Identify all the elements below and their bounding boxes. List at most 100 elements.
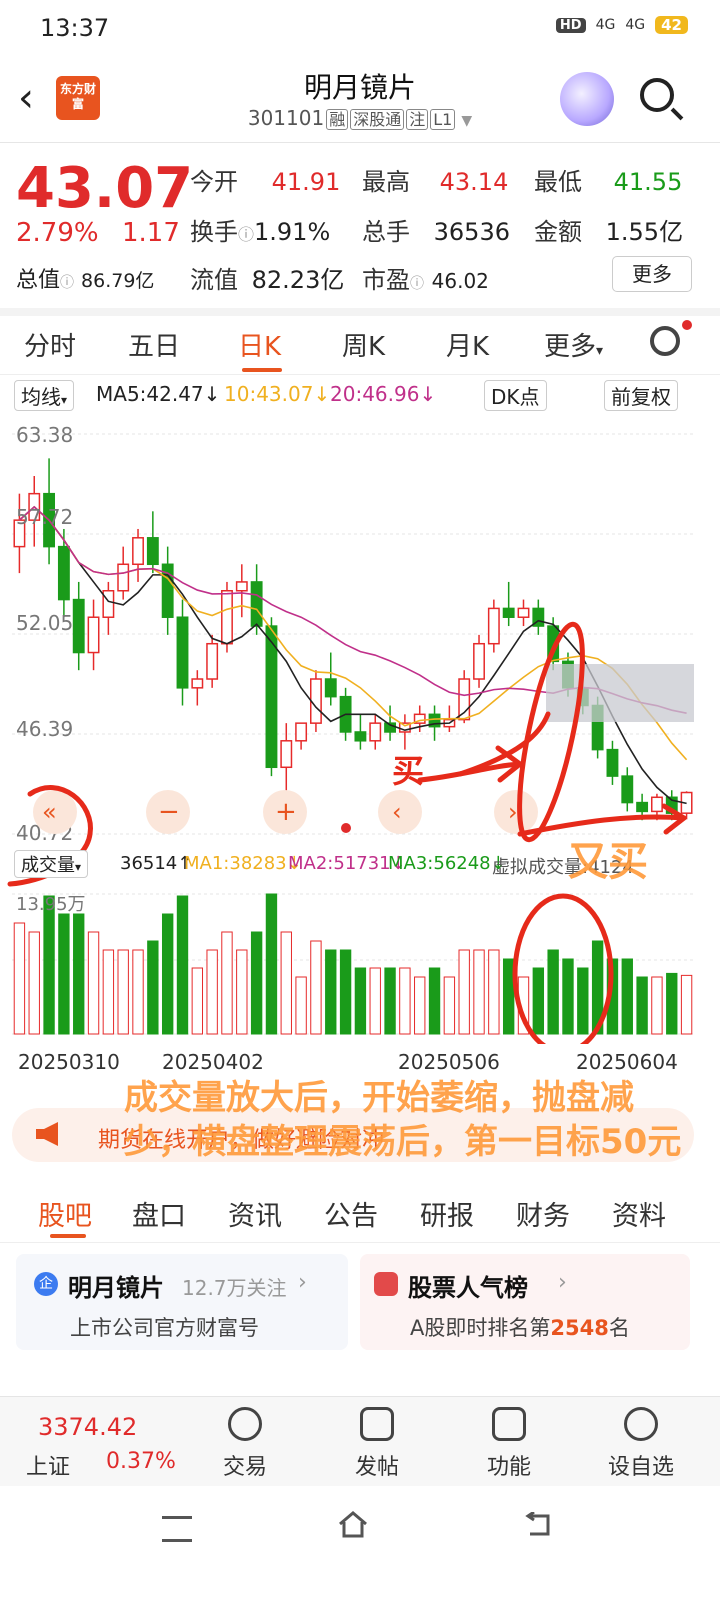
dk-point-button[interactable]: DK点 — [484, 380, 547, 411]
volume-bar — [532, 967, 545, 1035]
pe-info-icon[interactable]: ⓘ — [410, 276, 424, 292]
more-button[interactable]: 更多 — [612, 256, 692, 292]
pe-value: 46.02 — [431, 269, 489, 293]
tab-research[interactable]: 研报 — [420, 1194, 474, 1233]
info-icon[interactable]: ⓘ — [238, 225, 254, 244]
rank-suffix: 名 — [608, 1316, 630, 1340]
volume-select[interactable]: 成交量▾ — [14, 850, 89, 878]
grid-icon — [492, 1407, 526, 1441]
candle — [221, 590, 233, 645]
home-icon[interactable] — [338, 1510, 368, 1538]
active-tab-indicator — [242, 368, 282, 372]
annotation-buy-text: 买 — [392, 752, 424, 790]
volume-bar — [428, 967, 441, 1035]
minus-icon: − — [158, 797, 180, 827]
nav-post[interactable]: 发帖 — [332, 1407, 422, 1481]
tab-announcements[interactable]: 公告 — [324, 1194, 378, 1233]
menu-icon[interactable] — [162, 1516, 192, 1542]
volume-bar — [384, 967, 396, 1035]
vol-ma3: MA3:56248↓ — [388, 853, 506, 874]
volume-bar — [221, 931, 233, 1035]
candle — [191, 678, 204, 689]
volume-bar — [547, 949, 559, 1035]
tab-monthly-k[interactable]: 月K — [446, 326, 489, 363]
search-icon[interactable] — [640, 78, 674, 112]
rank-value: 2548 — [550, 1316, 609, 1340]
volume-dropdown-icon: ▾ — [75, 860, 82, 874]
high-label: 最高 — [362, 168, 410, 196]
candle — [206, 642, 219, 680]
ma5-value: MA5:42.47 — [96, 382, 204, 406]
candle — [324, 678, 337, 698]
volume-bar — [636, 976, 648, 1035]
nav-watchlist-label: 设自选 — [607, 1455, 674, 1480]
volume-bar — [502, 958, 515, 1035]
tab-more[interactable]: 更多▾ — [544, 326, 603, 363]
vol-ma2-value: MA2:51731 — [288, 853, 391, 874]
company-card[interactable]: 企 明月镜片 12.7万关注 › 上市公司官方财富号 — [16, 1254, 348, 1350]
mcap-info-icon[interactable]: ⓘ — [60, 275, 74, 291]
indicator-select[interactable]: 均线▾ — [14, 380, 75, 411]
volume-bar — [206, 949, 218, 1035]
candle — [250, 581, 263, 627]
volume-bar — [458, 949, 470, 1035]
tab-daily-k[interactable]: 日K — [238, 326, 281, 363]
gear-icon[interactable] — [650, 326, 680, 356]
stock-header: ‹ 东方财富 明月镜片 301101 融深股通注 L1 ▼ — [0, 56, 720, 143]
battery-icon: 42 — [655, 16, 688, 34]
ma-bar: 均线▾ MA5:42.47↓ 10:43.07↓ 20:46.96↓ DK点 前… — [0, 378, 720, 414]
indicator-dropdown-icon: ▾ — [61, 393, 68, 407]
nav-trade[interactable]: 交易 — [200, 1407, 290, 1481]
ma5-line — [18, 505, 687, 805]
chevron-right-icon: › — [508, 798, 518, 826]
vol-ma1-value: MA1:38283 — [184, 853, 287, 874]
divider — [0, 308, 720, 316]
rank-icon — [374, 1272, 398, 1296]
section-tab-indicator — [50, 1234, 86, 1238]
more-dots-icon — [624, 1407, 658, 1441]
open-row: 今开 41.91 — [190, 162, 340, 197]
tab-finance[interactable]: 财务 — [516, 1194, 570, 1233]
index-value[interactable]: 3374.42 — [38, 1413, 137, 1441]
popularity-card[interactable]: 股票人气榜 › A股即时排名第2548名 — [360, 1254, 690, 1350]
tab-pankou[interactable]: 盘口 — [132, 1194, 186, 1233]
company-card-sub: 上市公司官方财富号 — [70, 1316, 259, 1340]
tag-sgt: 深股通 — [350, 109, 405, 130]
candle — [650, 796, 663, 813]
chart-controls: « − + ‹ › — [33, 790, 538, 834]
pe-row: 市盈ⓘ 46.02 — [362, 260, 489, 295]
volume-bar — [562, 958, 574, 1035]
tab-guba[interactable]: 股吧 — [38, 1194, 92, 1233]
robot-avatar-icon[interactable] — [560, 72, 614, 126]
tab-five-day[interactable]: 五日 — [128, 326, 180, 363]
nav-function[interactable]: 功能 — [464, 1407, 554, 1481]
float-value: 82.23亿 — [251, 266, 345, 294]
volume-bar — [414, 976, 426, 1035]
adjust-button[interactable]: 前复权 — [604, 380, 678, 411]
double-left-icon: « — [42, 798, 57, 826]
tab-intraday[interactable]: 分时 — [24, 326, 76, 363]
volume-bar — [443, 976, 456, 1035]
ma5-label: MA5:42.47↓ — [96, 382, 221, 406]
volume-chart[interactable]: 13.95万 — [0, 884, 720, 1044]
candle — [473, 642, 485, 680]
tab-more-label: 更多 — [544, 332, 597, 362]
nav-watchlist[interactable]: 设自选 — [596, 1407, 686, 1481]
dropdown-icon: ▼ — [461, 113, 473, 129]
tab-profile[interactable]: 资料 — [612, 1194, 666, 1233]
amount-value: 1.55亿 — [605, 218, 684, 246]
volume-bar — [161, 913, 174, 1035]
nav-function-label: 功能 — [486, 1455, 531, 1480]
stock-code-line[interactable]: 301101 融深股通注 L1 ▼ — [0, 106, 720, 130]
volume-bar — [147, 940, 159, 1035]
megaphone-icon — [34, 1120, 64, 1148]
date-4: 20250604 — [576, 1050, 678, 1074]
back-nav-icon[interactable] — [524, 1510, 554, 1538]
tab-news[interactable]: 资讯 — [228, 1194, 282, 1233]
index-pct: 0.37% — [106, 1449, 176, 1474]
high-value: 43.14 — [439, 168, 509, 196]
change-amount: 1.17 — [122, 218, 180, 248]
tab-weekly-k[interactable]: 周K — [342, 326, 385, 363]
candle — [117, 563, 130, 592]
volume-row: 总手 36536 — [362, 212, 510, 247]
